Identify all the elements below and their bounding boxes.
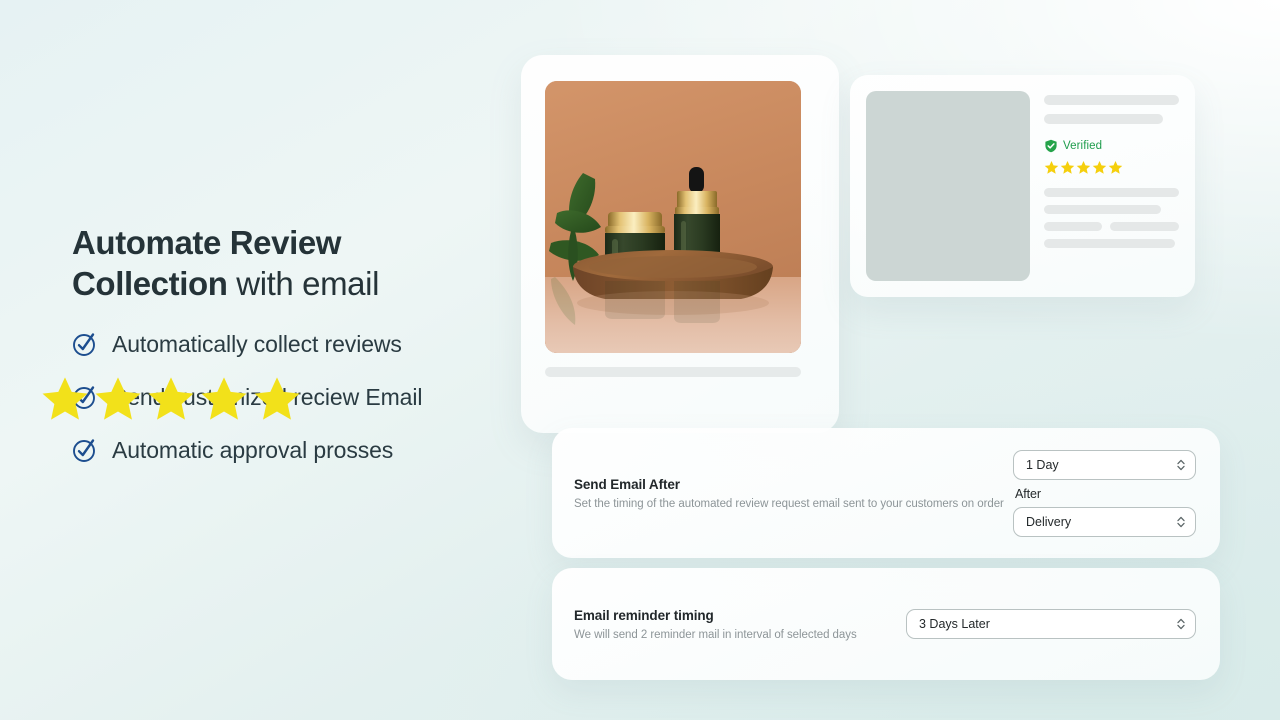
star-icon <box>1044 160 1059 175</box>
product-rating-stars <box>40 374 302 424</box>
reminder-controls: 3 Days Later <box>906 609 1196 639</box>
star-icon <box>1092 160 1107 175</box>
list-item: Automatic approval prosses <box>72 436 532 464</box>
send-email-trigger-value: Delivery <box>1026 514 1072 529</box>
star-icon <box>1108 160 1123 175</box>
setting-description: Set the timing of the automated review r… <box>574 497 1004 510</box>
stepper-chevrons-icon[interactable] <box>1176 515 1186 529</box>
review-rating-stars <box>1044 160 1179 175</box>
star-icon <box>1076 160 1091 175</box>
feature-label: Automatic approval prosses <box>112 437 394 463</box>
setting-description: We will send 2 reminder mail in interval… <box>574 628 857 641</box>
send-email-delay-value: 1 Day <box>1026 457 1059 472</box>
reminder-interval-select[interactable]: 3 Days Later <box>906 609 1196 639</box>
star-icon <box>93 374 143 424</box>
setting-title: Send Email After <box>574 476 680 492</box>
product-photo <box>545 81 801 353</box>
send-email-after-card: Send Email After Set the timing of the a… <box>552 428 1220 558</box>
star-icon <box>252 374 302 424</box>
review-body-skeleton <box>1044 205 1162 214</box>
headline-line-2-strong: Collection <box>72 265 228 302</box>
star-icon <box>1060 160 1075 175</box>
review-body-skeleton <box>1044 222 1103 231</box>
check-circle-icon <box>72 331 98 357</box>
review-body-skeleton <box>1044 188 1179 197</box>
verified-label: Verified <box>1063 140 1103 152</box>
list-item: Automatically collect reviews <box>72 330 532 358</box>
shield-check-icon <box>1044 139 1058 153</box>
star-icon <box>146 374 196 424</box>
setting-label-block: Email reminder timing We will send 2 rem… <box>574 608 857 641</box>
headline-line-1: Automate Review <box>72 224 342 261</box>
review-body-skeleton-split <box>1044 222 1179 231</box>
after-label: After <box>1015 486 1041 501</box>
image-placeholder <box>866 91 1030 281</box>
review-title-skeleton <box>1044 95 1179 105</box>
reminder-interval-value: 3 Days Later <box>919 617 990 631</box>
headline-line-2-regular: with email <box>227 265 379 302</box>
setting-label-block: Send Email After Set the timing of the a… <box>574 477 1004 510</box>
send-email-delay-select[interactable]: 1 Day <box>1013 449 1196 480</box>
status-badge: Verified <box>1044 139 1179 153</box>
product-review-card <box>521 55 839 433</box>
stepper-chevrons-icon[interactable] <box>1176 458 1186 472</box>
product-title-skeleton <box>545 367 801 377</box>
feature-label: Automatically collect reviews <box>112 331 402 357</box>
setting-title: Email reminder timing <box>574 607 714 623</box>
star-icon <box>199 374 249 424</box>
stepper-chevrons-icon[interactable] <box>1176 617 1186 631</box>
email-reminder-timing-card: Email reminder timing We will send 2 rem… <box>552 568 1220 680</box>
page-title: Automate Review Collection with email <box>72 222 532 304</box>
review-body-skeleton <box>1110 222 1179 231</box>
review-subtitle-skeleton <box>1044 114 1163 124</box>
star-icon <box>40 374 90 424</box>
send-email-controls: 1 Day After Delivery <box>1013 449 1196 537</box>
send-email-trigger-select[interactable]: Delivery <box>1013 506 1196 537</box>
review-body-skeleton <box>1044 239 1175 248</box>
check-circle-icon <box>72 437 98 463</box>
verified-review-card: Verified <box>850 75 1195 297</box>
review-content: Verified <box>1044 91 1179 281</box>
hero-text-column: Automate Review Collection with email Au… <box>72 222 532 464</box>
